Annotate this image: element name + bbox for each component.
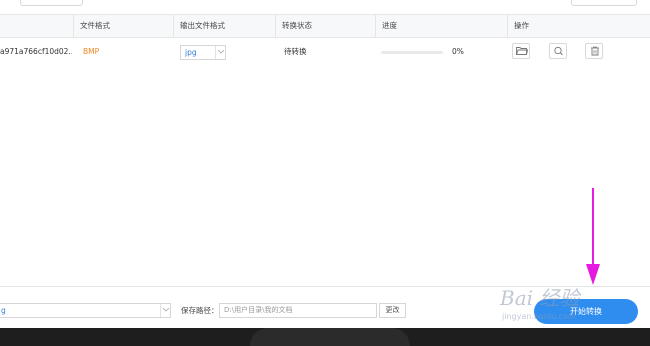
converter-window: 文件格式 输出文件格式 转换状态 进度 操作 a971a766cf10d02..… [0,0,650,346]
change-path-button[interactable]: 更改 [379,303,406,318]
header-status: 转换状态 [275,15,375,37]
table-row[interactable]: a971a766cf10d02... BMP jpg 待转换 0% [0,38,650,66]
header-actions: 操作 [507,15,650,37]
conversion-status: 待转换 [284,47,307,56]
annotation-arrow-icon [586,188,600,285]
file-format: BMP [83,47,100,56]
background-shape [250,328,410,346]
table-header: 文件格式 输出文件格式 转换状态 进度 操作 [0,14,650,38]
top-toolbar [0,0,650,14]
top-left-button[interactable] [20,0,83,6]
header-format: 文件格式 [73,15,173,37]
top-right-button[interactable] [571,0,637,6]
output-format-global-select[interactable]: g [0,303,171,318]
output-format-value: jpg [185,48,197,57]
chevron-down-icon [160,304,170,317]
save-path-label: 保存路径： [181,306,219,315]
chevron-down-icon [215,46,225,59]
global-format-value: g [1,306,6,315]
progress-percent: 0% [452,47,464,56]
footer-bar: g 保存路径： D:\用户目录\我的文档 更改 开始转换 [0,286,650,328]
open-folder-button[interactable] [512,43,530,59]
header-output-format: 输出文件格式 [173,15,275,37]
file-name: a971a766cf10d02... [0,47,72,56]
save-path-input[interactable]: D:\用户目录\我的文档 [219,303,377,318]
output-format-select[interactable]: jpg [180,45,226,60]
background-strip [0,328,650,346]
preview-button[interactable] [549,43,567,59]
start-convert-button[interactable]: 开始转换 [534,299,638,324]
header-progress: 进度 [375,15,507,37]
progress-bar [381,51,443,54]
delete-button[interactable] [585,43,603,59]
